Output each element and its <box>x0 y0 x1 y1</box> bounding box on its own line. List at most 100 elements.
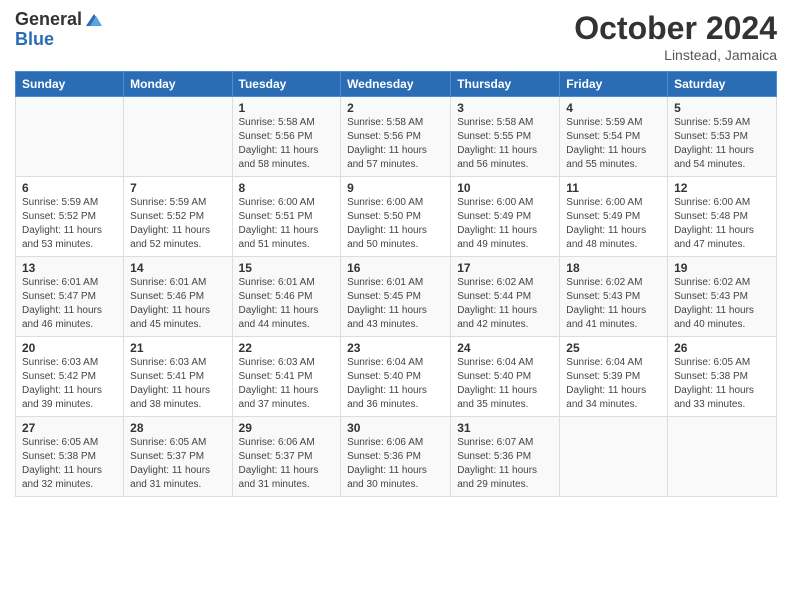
calendar-header: Sunday Monday Tuesday Wednesday Thursday… <box>16 72 777 97</box>
day-number: 11 <box>566 181 661 195</box>
page: General Blue October 2024 Linstead, Jama… <box>0 0 792 612</box>
header-monday: Monday <box>124 72 232 97</box>
day-number: 18 <box>566 261 661 275</box>
day-cell: 30Sunrise: 6:06 AMSunset: 5:36 PMDayligh… <box>341 417 451 497</box>
day-info: Sunrise: 6:02 AMSunset: 5:44 PMDaylight:… <box>457 276 553 332</box>
day-cell: 6Sunrise: 5:59 AMSunset: 5:52 PMDaylight… <box>16 177 124 257</box>
calendar-body: 1Sunrise: 5:58 AMSunset: 5:56 PMDaylight… <box>16 97 777 497</box>
month-title: October 2024 <box>574 10 777 47</box>
day-cell: 24Sunrise: 6:04 AMSunset: 5:40 PMDayligh… <box>451 337 560 417</box>
day-number: 9 <box>347 181 444 195</box>
day-info: Sunrise: 5:59 AMSunset: 5:52 PMDaylight:… <box>130 196 225 252</box>
day-number: 29 <box>239 421 335 435</box>
week-row-2: 13Sunrise: 6:01 AMSunset: 5:47 PMDayligh… <box>16 257 777 337</box>
day-number: 19 <box>674 261 770 275</box>
day-number: 13 <box>22 261 117 275</box>
day-number: 17 <box>457 261 553 275</box>
day-cell: 27Sunrise: 6:05 AMSunset: 5:38 PMDayligh… <box>16 417 124 497</box>
day-info: Sunrise: 6:00 AMSunset: 5:49 PMDaylight:… <box>457 196 553 252</box>
day-info: Sunrise: 6:01 AMSunset: 5:46 PMDaylight:… <box>239 276 335 332</box>
day-number: 25 <box>566 341 661 355</box>
day-cell: 21Sunrise: 6:03 AMSunset: 5:41 PMDayligh… <box>124 337 232 417</box>
day-cell: 22Sunrise: 6:03 AMSunset: 5:41 PMDayligh… <box>232 337 341 417</box>
day-info: Sunrise: 5:58 AMSunset: 5:56 PMDaylight:… <box>347 116 444 172</box>
header-saturday: Saturday <box>668 72 777 97</box>
day-cell: 28Sunrise: 6:05 AMSunset: 5:37 PMDayligh… <box>124 417 232 497</box>
day-cell: 10Sunrise: 6:00 AMSunset: 5:49 PMDayligh… <box>451 177 560 257</box>
day-cell: 4Sunrise: 5:59 AMSunset: 5:54 PMDaylight… <box>560 97 668 177</box>
day-info: Sunrise: 5:58 AMSunset: 5:56 PMDaylight:… <box>239 116 335 172</box>
day-cell <box>560 417 668 497</box>
day-cell: 31Sunrise: 6:07 AMSunset: 5:36 PMDayligh… <box>451 417 560 497</box>
day-cell: 5Sunrise: 5:59 AMSunset: 5:53 PMDaylight… <box>668 97 777 177</box>
day-number: 22 <box>239 341 335 355</box>
day-number: 24 <box>457 341 553 355</box>
day-info: Sunrise: 6:05 AMSunset: 5:38 PMDaylight:… <box>22 436 117 492</box>
day-number: 7 <box>130 181 225 195</box>
day-info: Sunrise: 6:03 AMSunset: 5:41 PMDaylight:… <box>239 356 335 412</box>
logo-blue: Blue <box>15 30 104 50</box>
day-number: 2 <box>347 101 444 115</box>
day-info: Sunrise: 6:04 AMSunset: 5:40 PMDaylight:… <box>457 356 553 412</box>
day-number: 3 <box>457 101 553 115</box>
day-info: Sunrise: 6:02 AMSunset: 5:43 PMDaylight:… <box>566 276 661 332</box>
weekday-row: Sunday Monday Tuesday Wednesday Thursday… <box>16 72 777 97</box>
day-number: 8 <box>239 181 335 195</box>
day-info: Sunrise: 6:06 AMSunset: 5:37 PMDaylight:… <box>239 436 335 492</box>
day-cell: 19Sunrise: 6:02 AMSunset: 5:43 PMDayligh… <box>668 257 777 337</box>
day-number: 15 <box>239 261 335 275</box>
day-cell: 12Sunrise: 6:00 AMSunset: 5:48 PMDayligh… <box>668 177 777 257</box>
day-cell: 23Sunrise: 6:04 AMSunset: 5:40 PMDayligh… <box>341 337 451 417</box>
week-row-3: 20Sunrise: 6:03 AMSunset: 5:42 PMDayligh… <box>16 337 777 417</box>
day-cell <box>668 417 777 497</box>
day-info: Sunrise: 6:00 AMSunset: 5:49 PMDaylight:… <box>566 196 661 252</box>
logo-text: General Blue <box>15 10 104 50</box>
day-info: Sunrise: 6:06 AMSunset: 5:36 PMDaylight:… <box>347 436 444 492</box>
day-cell: 16Sunrise: 6:01 AMSunset: 5:45 PMDayligh… <box>341 257 451 337</box>
logo-icon <box>84 10 104 30</box>
title-section: October 2024 Linstead, Jamaica <box>574 10 777 63</box>
day-cell: 3Sunrise: 5:58 AMSunset: 5:55 PMDaylight… <box>451 97 560 177</box>
day-info: Sunrise: 6:01 AMSunset: 5:45 PMDaylight:… <box>347 276 444 332</box>
day-cell: 17Sunrise: 6:02 AMSunset: 5:44 PMDayligh… <box>451 257 560 337</box>
day-number: 30 <box>347 421 444 435</box>
day-info: Sunrise: 6:00 AMSunset: 5:48 PMDaylight:… <box>674 196 770 252</box>
day-info: Sunrise: 6:01 AMSunset: 5:46 PMDaylight:… <box>130 276 225 332</box>
day-info: Sunrise: 6:03 AMSunset: 5:42 PMDaylight:… <box>22 356 117 412</box>
day-cell: 15Sunrise: 6:01 AMSunset: 5:46 PMDayligh… <box>232 257 341 337</box>
day-info: Sunrise: 6:04 AMSunset: 5:39 PMDaylight:… <box>566 356 661 412</box>
day-number: 31 <box>457 421 553 435</box>
header-friday: Friday <box>560 72 668 97</box>
header-thursday: Thursday <box>451 72 560 97</box>
day-info: Sunrise: 6:00 AMSunset: 5:51 PMDaylight:… <box>239 196 335 252</box>
week-row-0: 1Sunrise: 5:58 AMSunset: 5:56 PMDaylight… <box>16 97 777 177</box>
day-info: Sunrise: 6:01 AMSunset: 5:47 PMDaylight:… <box>22 276 117 332</box>
day-number: 21 <box>130 341 225 355</box>
day-number: 14 <box>130 261 225 275</box>
day-cell: 18Sunrise: 6:02 AMSunset: 5:43 PMDayligh… <box>560 257 668 337</box>
day-cell <box>16 97 124 177</box>
day-number: 1 <box>239 101 335 115</box>
day-info: Sunrise: 5:59 AMSunset: 5:52 PMDaylight:… <box>22 196 117 252</box>
day-info: Sunrise: 6:04 AMSunset: 5:40 PMDaylight:… <box>347 356 444 412</box>
day-cell: 13Sunrise: 6:01 AMSunset: 5:47 PMDayligh… <box>16 257 124 337</box>
day-number: 10 <box>457 181 553 195</box>
day-number: 27 <box>22 421 117 435</box>
logo: General Blue <box>15 10 104 50</box>
day-cell: 8Sunrise: 6:00 AMSunset: 5:51 PMDaylight… <box>232 177 341 257</box>
day-number: 20 <box>22 341 117 355</box>
day-cell <box>124 97 232 177</box>
day-info: Sunrise: 6:03 AMSunset: 5:41 PMDaylight:… <box>130 356 225 412</box>
header: General Blue October 2024 Linstead, Jama… <box>15 10 777 63</box>
day-cell: 14Sunrise: 6:01 AMSunset: 5:46 PMDayligh… <box>124 257 232 337</box>
day-cell: 29Sunrise: 6:06 AMSunset: 5:37 PMDayligh… <box>232 417 341 497</box>
day-cell: 7Sunrise: 5:59 AMSunset: 5:52 PMDaylight… <box>124 177 232 257</box>
week-row-1: 6Sunrise: 5:59 AMSunset: 5:52 PMDaylight… <box>16 177 777 257</box>
header-tuesday: Tuesday <box>232 72 341 97</box>
day-info: Sunrise: 5:59 AMSunset: 5:53 PMDaylight:… <box>674 116 770 172</box>
day-info: Sunrise: 6:02 AMSunset: 5:43 PMDaylight:… <box>674 276 770 332</box>
day-number: 28 <box>130 421 225 435</box>
location: Linstead, Jamaica <box>574 47 777 63</box>
day-cell: 2Sunrise: 5:58 AMSunset: 5:56 PMDaylight… <box>341 97 451 177</box>
logo-general: General <box>15 10 82 30</box>
